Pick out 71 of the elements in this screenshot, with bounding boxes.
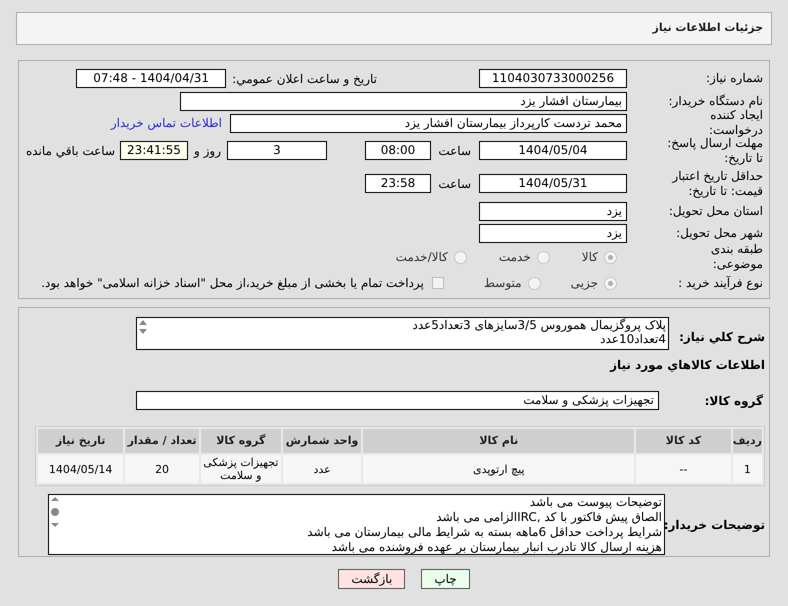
field-label: استان محل تحویل:: [668, 204, 763, 218]
value-field: 1404/05/04: [479, 141, 627, 160]
section-title: اطلاعات کالاهاي مورد نياز: [610, 357, 765, 374]
table-cell: 20: [125, 455, 199, 483]
radio-button[interactable]: [528, 276, 541, 290]
value-field: 1104030733000256: [479, 69, 627, 88]
value-field: یزد: [479, 224, 627, 242]
page-title: جزئیات اطلاعات نیاز: [652, 20, 763, 36]
notes-line: شرایط پرداخت حداقل 6ماهه بسته به شرایط مالی بیمارستان می باشد: [307, 525, 662, 540]
column-header: تاریخ نیاز: [38, 429, 124, 453]
description-textarea[interactable]: پلاک پروگزیمال هموروس 3/5سایزهای 3تعداد5عدد 4تعداد10عدد: [136, 317, 669, 350]
value-field: بیمارستان افشار یزد: [180, 92, 627, 110]
table-cell: پیچ ارتوپدی: [363, 455, 634, 483]
column-header: واحد شمارش: [282, 429, 362, 453]
radio-button[interactable]: [604, 250, 617, 264]
column-header: ردیف: [732, 429, 762, 453]
value-field: 1404/05/31: [479, 174, 627, 193]
field-label: ایجاد کننده درخواست:: [708, 108, 763, 138]
value-field: 08:00: [365, 141, 431, 160]
field-label: شرح کلي نياز:: [678, 328, 765, 346]
scroll-arrows-icon[interactable]: [49, 495, 61, 529]
value-field: 23:58: [365, 174, 431, 193]
table-cell: عدد: [282, 455, 362, 483]
notes-textarea[interactable]: توضیحات پیوست می باشد الصاق پیش فاکتور با کد ,IRCالزامی می باشد شرایط پرداخت حداقل 6ماهه بسته به شرایط مالی بیمارستان می باشد هزینه ارسال کالا تادرب انبار بیمارستان بر عهدە فروشنده می باشد: [48, 494, 665, 555]
field-label: شهر محل تحویل:: [675, 226, 763, 240]
column-header: گروه کالا: [200, 429, 281, 453]
print-button[interactable]: چاپ: [421, 569, 470, 589]
field-label: گروه کالا:: [704, 392, 763, 410]
radio-button[interactable]: [536, 250, 550, 264]
column-header: تعداد / مقدار: [125, 429, 199, 453]
field-label: روز و: [194, 142, 221, 160]
field-label: نوع فرآیند خرید :: [677, 276, 763, 290]
radio-label: متوسط: [484, 275, 522, 292]
field-label: حداقل تاریخ اعتبار قیمت: تا تاریخ:: [670, 168, 763, 198]
contact-link[interactable]: اطلاعات تماس خریدار: [110, 114, 222, 132]
back-button[interactable]: بازگشت: [338, 569, 406, 589]
table-cell: تجهیزات پزشکی و سلامت: [200, 455, 281, 483]
radio-label: خدمت: [498, 249, 531, 266]
table-cell: --: [636, 455, 731, 483]
field-label: توضیحات خریدار:: [665, 516, 765, 534]
radio-label: کالا/خدمت: [396, 249, 448, 266]
field-label: ساعت باقي مانده: [26, 142, 115, 160]
checkbox[interactable]: [432, 277, 444, 289]
value-field: 23:41:55: [120, 141, 188, 160]
value-field: تجهیزات پزشکی و سلامت: [136, 391, 659, 410]
notes-line: الصاق پیش فاکتور با کد ,IRCالزامی می باشد: [435, 510, 662, 525]
value-field: 1404/04/31 - 07:48: [76, 69, 226, 88]
field-label: تاریخ و ساعت اعلان عمومي:: [232, 70, 377, 88]
radio-button[interactable]: [454, 250, 467, 264]
table-cell: 1404/05/14: [38, 455, 124, 483]
field-label: ساعت: [439, 176, 471, 192]
column-header: کد کالا: [636, 429, 731, 453]
field-label: ساعت: [439, 142, 471, 160]
field-label: طبقه بندی موضوعی:: [710, 242, 763, 272]
radio-button[interactable]: [604, 276, 617, 290]
value-field: 3: [227, 141, 327, 160]
column-header: نام کالا: [363, 429, 634, 453]
field-label: مهلت ارسال پاسخ: تا تاریخ:: [666, 136, 763, 166]
radio-label: کالا: [582, 249, 598, 266]
checkbox-label: پرداخت تمام یا بخشی از مبلغ خرید،از محل "اسناد خزانه اسلامی" خواهد بود.: [41, 275, 424, 292]
notes-line: توضیحات پیوست می باشد: [528, 495, 662, 510]
notes-line: هزینه ارسال کالا تادرب انبار بیمارستان بر عهدە فروشنده می باشد: [330, 540, 662, 555]
scroll-arrows-icon[interactable]: [137, 318, 149, 336]
value-field: محمد تردست کارپرداز بیمارستان افشار یزد: [230, 114, 627, 132]
field-label: شماره نیاز:: [705, 71, 763, 86]
field-label: نام دستگاه خریدار:: [668, 94, 763, 108]
description-line: 4تعداد10عدد: [599, 332, 666, 346]
value-field: یزد: [479, 202, 627, 220]
table-cell: 1: [732, 455, 762, 483]
description-line: پلاک پروگزیمال هموروس 3/5سایزهای 3تعداد5عدد: [412, 318, 666, 332]
radio-label: جزیی: [570, 275, 598, 292]
